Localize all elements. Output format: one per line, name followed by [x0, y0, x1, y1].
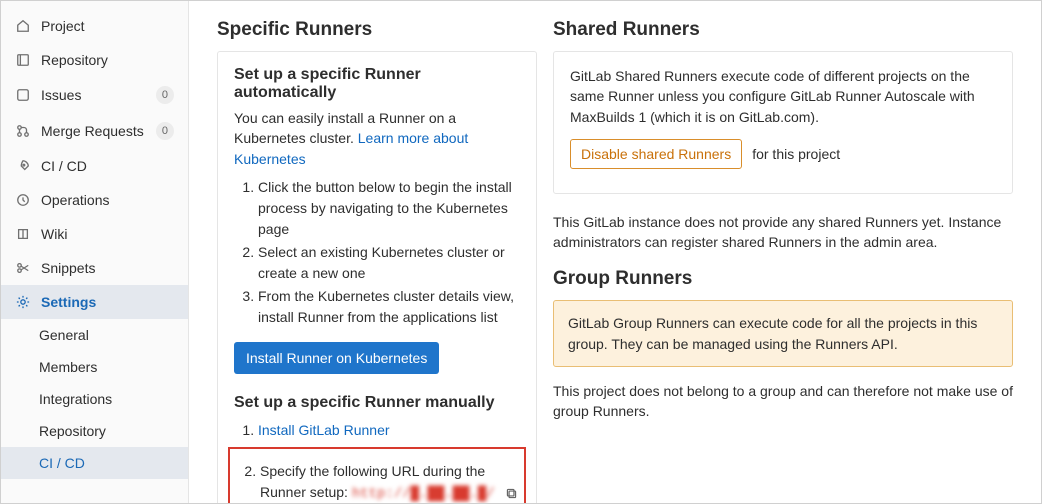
- auto-step: Select an existing Kubernetes cluster or…: [258, 242, 520, 284]
- subitem-cicd[interactable]: CI / CD: [1, 447, 188, 479]
- shared-runners-note: This GitLab instance does not provide an…: [553, 212, 1013, 253]
- app-root: Project Repository Issues 0 Merge Reques…: [0, 0, 1042, 504]
- merge-icon: [15, 123, 31, 139]
- sidebar-item-label: Operations: [41, 192, 174, 208]
- manual-step-1: Install GitLab Runner: [258, 420, 520, 441]
- group-runners-heading: Group Runners: [553, 268, 1013, 290]
- manual-setup-title: Set up a specific Runner manually: [234, 394, 520, 412]
- sidebar-item-merge-requests[interactable]: Merge Requests 0: [1, 113, 188, 149]
- sidebar-item-project[interactable]: Project: [1, 9, 188, 43]
- sidebar-item-label: Wiki: [41, 226, 174, 242]
- sidebar-item-label: Repository: [41, 52, 174, 68]
- issues-badge: 0: [156, 86, 174, 104]
- highlight-box: Specify the following URL during the Run…: [228, 447, 526, 503]
- specific-runners-heading: Specific Runners: [217, 19, 537, 41]
- subitem-general[interactable]: General: [1, 319, 188, 351]
- install-gitlab-runner-link[interactable]: Install GitLab Runner: [258, 422, 390, 438]
- subitem-repository[interactable]: Repository: [1, 415, 188, 447]
- right-column: Shared Runners GitLab Shared Runners exe…: [545, 19, 1021, 493]
- shared-runners-card: GitLab Shared Runners execute code of di…: [553, 51, 1013, 194]
- sidebar-item-label: Issues: [41, 87, 156, 103]
- sidebar-item-issues[interactable]: Issues 0: [1, 77, 188, 113]
- manual-step-2: Specify the following URL during the Run…: [260, 461, 518, 503]
- sidebar-item-cicd[interactable]: CI / CD: [1, 149, 188, 183]
- for-this-project-label: for this project: [752, 146, 840, 162]
- sidebar-item-repository[interactable]: Repository: [1, 43, 188, 77]
- mr-badge: 0: [156, 122, 174, 140]
- auto-setup-desc: You can easily install a Runner on a Kub…: [234, 108, 520, 169]
- issues-icon: [15, 87, 31, 103]
- main-content: Specific Runners Set up a specific Runne…: [189, 1, 1041, 503]
- auto-step: Click the button below to begin the inst…: [258, 177, 520, 240]
- manual-steps-list: Install GitLab Runner: [238, 420, 520, 441]
- sidebar-item-label: Snippets: [41, 260, 174, 276]
- sidebar-item-label: CI / CD: [41, 158, 174, 174]
- home-icon: [15, 18, 31, 34]
- copy-url-icon[interactable]: [505, 487, 518, 500]
- settings-submenu: General Members Integrations Repository …: [1, 319, 188, 479]
- subitem-integrations[interactable]: Integrations: [1, 383, 188, 415]
- disable-shared-runners-button[interactable]: Disable shared Runners: [570, 139, 742, 169]
- auto-step: From the Kubernetes cluster details view…: [258, 286, 520, 328]
- sidebar-item-label: Project: [41, 18, 174, 34]
- operations-icon: [15, 192, 31, 208]
- auto-steps-list: Click the button below to begin the inst…: [238, 177, 520, 328]
- group-runners-callout: GitLab Group Runners can execute code fo…: [553, 300, 1013, 367]
- rocket-icon: [15, 158, 31, 174]
- sidebar-item-operations[interactable]: Operations: [1, 183, 188, 217]
- gear-icon: [15, 294, 31, 310]
- shared-runners-heading: Shared Runners: [553, 19, 1013, 41]
- repo-icon: [15, 52, 31, 68]
- subitem-members[interactable]: Members: [1, 351, 188, 383]
- sidebar-item-settings[interactable]: Settings: [1, 285, 188, 319]
- runner-url: http://█.██.██.█/: [352, 486, 495, 502]
- manual-steps-list-highlight: Specify the following URL during the Run…: [240, 461, 518, 503]
- scissors-icon: [15, 260, 31, 276]
- shared-runners-desc: GitLab Shared Runners execute code of di…: [570, 66, 996, 127]
- sidebar-item-snippets[interactable]: Snippets: [1, 251, 188, 285]
- sidebar-item-label: Merge Requests: [41, 123, 156, 139]
- auto-setup-title: Set up a specific Runner automatically: [234, 66, 520, 102]
- group-runners-note: This project does not belong to a group …: [553, 381, 1013, 422]
- disable-shared-row: Disable shared Runners for this project: [570, 139, 996, 169]
- sidebar: Project Repository Issues 0 Merge Reques…: [1, 1, 189, 503]
- sidebar-item-wiki[interactable]: Wiki: [1, 217, 188, 251]
- specific-runners-card: Set up a specific Runner automatically Y…: [217, 51, 537, 503]
- install-runner-button[interactable]: Install Runner on Kubernetes: [234, 342, 439, 374]
- sidebar-item-label: Settings: [41, 294, 174, 310]
- specific-runners-column: Specific Runners Set up a specific Runne…: [209, 19, 545, 493]
- book-icon: [15, 226, 31, 242]
